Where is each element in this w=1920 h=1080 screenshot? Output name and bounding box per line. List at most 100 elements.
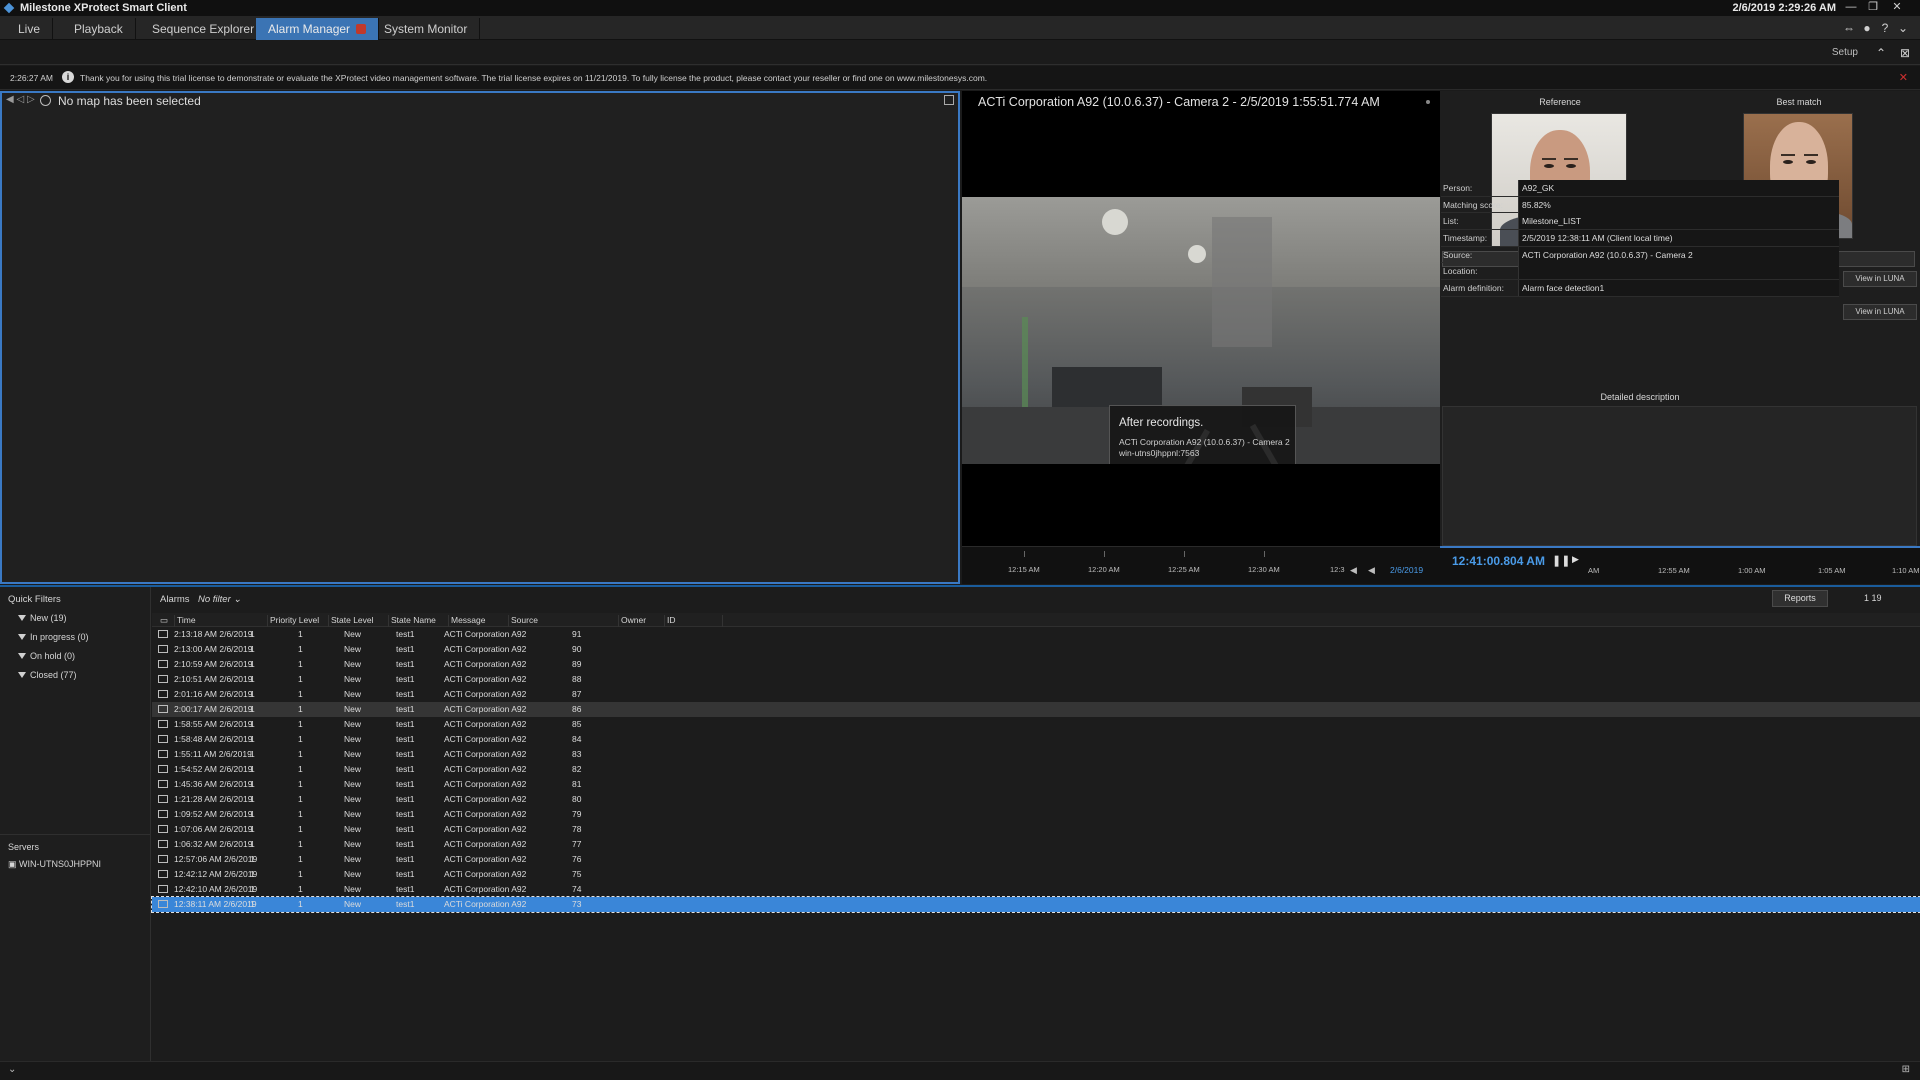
table-row[interactable]: 1:58:48 AM 2/6/2019 1 1 New test1 ACTi Corpor… [152, 732, 1920, 747]
timeline-tick: 12:15 AM [1008, 565, 1040, 574]
table-row[interactable]: 1:45:36 AM 2/6/2019 1 1 New test1 ACTi Corpor… [152, 777, 1920, 792]
server-item[interactable]: ▣ WIN-UTNS0JHPPNI [8, 859, 101, 870]
minimize-button[interactable]: — [1840, 0, 1862, 16]
table-row[interactable]: 1:07:06 AM 2/6/2019 1 1 New test1 ACTi Corpor… [152, 822, 1920, 837]
filter-closed[interactable]: Closed (77) [18, 670, 77, 680]
help-icon[interactable]: ? [1878, 21, 1892, 35]
column-select-icon[interactable]: ▭ [158, 615, 168, 627]
divider [0, 834, 151, 835]
video-pane[interactable]: ACTi Corporation A92 (10.0.6.37) - Camer… [962, 91, 1440, 584]
filter-in-progress[interactable]: In progress (0) [18, 632, 89, 642]
collapse-chevron-icon[interactable]: ⌃ [1874, 46, 1888, 60]
cell-message: test1 [396, 809, 415, 819]
tab-alarm-manager[interactable]: Alarm Manager [256, 18, 380, 40]
table-row[interactable]: 1:54:52 AM 2/6/2019 1 1 New test1 ACTi Corpor… [152, 762, 1920, 777]
cell-id: 86 [572, 704, 582, 714]
column-header[interactable]: State Level [328, 615, 374, 627]
maximize-view-icon[interactable]: ⊠ [1898, 46, 1912, 60]
table-row[interactable]: 1:55:11 AM 2/6/2019 1 1 New test1 ACTi Corpor… [152, 747, 1920, 762]
cell-state-name: New [344, 659, 362, 669]
filter-new[interactable]: New (19) [18, 613, 67, 623]
image-brow [1804, 154, 1818, 156]
table-row[interactable]: 12:42:10 AM 2/6/2019 1 1 New test1 ACTi Corpo… [152, 882, 1920, 897]
detail-key: Location: [1443, 266, 1478, 277]
table-row[interactable]: 12:42:12 AM 2/6/2019 1 1 New test1 ACTi Corpo… [152, 867, 1920, 882]
list-view-in-luna-button[interactable]: View in LUNA [1843, 304, 1917, 320]
cell-source: ACTi Corporation A92 (10.0 [444, 689, 529, 699]
column-header[interactable]: Message [448, 615, 486, 627]
reports-button[interactable]: Reports [1772, 590, 1828, 607]
column-header[interactable]: ID [664, 615, 676, 627]
cell-state-name: New [344, 689, 362, 699]
cell-source: ACTi Corporation A92 (10.0 [444, 659, 529, 669]
filter-on-hold[interactable]: On hold (0) [18, 651, 75, 661]
overlay-title: After recordings. [1119, 417, 1204, 429]
map-pane[interactable]: ◀ ◁ ▷ No map has been selected [0, 91, 960, 584]
cell-source: ACTi Corporation A92 (10.0 [444, 629, 529, 639]
filter-icon [18, 615, 26, 621]
timeline-tick: 12:3 [1330, 565, 1345, 574]
setup-button[interactable]: Setup [1832, 47, 1858, 58]
person-view-in-luna-button[interactable]: View in LUNA [1843, 271, 1917, 287]
camera-status-icon [1426, 100, 1430, 104]
step-forward-icon[interactable]: ▶ [1572, 554, 1579, 565]
column-header[interactable]: Owner [618, 615, 646, 627]
table-row[interactable]: 2:10:59 AM 2/6/2019 1 1 New test1 ACTi Corpor… [152, 657, 1920, 672]
tick-mark [1024, 551, 1025, 557]
detail-value: ACTi Corporation A92 (10.0.6.37) - Camer… [1518, 246, 1839, 263]
column-header[interactable]: Source [508, 615, 538, 627]
tab-system-monitor[interactable]: System Monitor [372, 18, 481, 40]
table-row[interactable]: 12:57:06 AM 2/6/2019 1 1 New test1 ACTi Corpo… [152, 852, 1920, 867]
table-row[interactable]: 2:01:16 AM 2/6/2019 1 1 New test1 ACTi Corpor… [152, 687, 1920, 702]
tab-label: Alarm Manager [268, 22, 351, 36]
fullscreen-arrows-icon[interactable]: ⇔ [1842, 21, 1856, 35]
pane-layout-icon[interactable] [944, 95, 954, 105]
timeline-tick: 12:55 AM [1658, 566, 1690, 575]
cell-source: ACTi Corporation A92 (10.0 [444, 869, 529, 879]
column-header[interactable]: Time [174, 615, 196, 627]
table-row[interactable]: 1:09:52 AM 2/6/2019 1 1 New test1 ACTi Corpor… [152, 807, 1920, 822]
menu-chevron-icon[interactable]: ⌄ [1896, 21, 1910, 35]
expand-chevron-icon[interactable]: ⌄ [8, 1064, 16, 1075]
video-ceiling [962, 197, 1440, 287]
table-row[interactable]: 1:06:32 AM 2/6/2019 1 1 New test1 ACTi Corpor… [152, 837, 1920, 852]
alarm-icon [158, 810, 168, 818]
restore-button[interactable]: ❐ [1862, 0, 1884, 16]
pause-icon[interactable]: ❚❚ [1552, 554, 1570, 567]
timeline-tick: 1:05 AM [1818, 566, 1846, 575]
table-row[interactable]: 2:10:51 AM 2/6/2019 1 1 New test1 ACTi Corpor… [152, 672, 1920, 687]
cell-priority: 1 [250, 734, 255, 744]
status-icon[interactable]: ● [1860, 21, 1874, 35]
video-timeline[interactable]: 12:15 AM 12:20 AM 12:25 AM 12:30 AM 12:3… [962, 546, 1440, 584]
filter-icon [18, 672, 26, 678]
camera-video-frame[interactable]: After recordings. ACTi Corporation A92 (… [962, 197, 1440, 464]
timeline-step-back-icon[interactable]: ◀ [1350, 565, 1357, 576]
map-nav-arrows[interactable]: ◀ ◁ ▷ [6, 94, 35, 105]
tab-alarm-badge-icon[interactable] [356, 24, 367, 34]
table-row[interactable]: 2:00:17 AM 2/6/2019 1 1 New test1 ACTi Corpor… [152, 702, 1920, 717]
tab-sequence-explorer[interactable]: Sequence Explorer [140, 18, 268, 40]
cell-priority: 1 [250, 629, 255, 639]
network-icon[interactable]: ⊞ [1902, 1064, 1910, 1075]
table-row[interactable]: 12:38:11 AM 2/6/2019 1 1 New test1 ACTi Corpo… [151, 896, 1920, 913]
detailed-description-label: Detailed description [1600, 392, 1680, 402]
playback-timeline[interactable]: 12:41:00.804 AM ❚❚ ▶ AM 12:55 AM 1:00 AM… [1440, 546, 1920, 584]
table-body: 2:13:18 AM 2/6/2019 1 1 New test1 ACTi Corpor… [151, 627, 1920, 913]
table-row[interactable]: 2:13:18 AM 2/6/2019 1 1 New test1 ACTi Corpor… [152, 627, 1920, 642]
close-button[interactable]: ✕ [1886, 0, 1908, 16]
cell-id: 84 [572, 734, 582, 744]
table-row[interactable]: 1:58:55 AM 2/6/2019 1 1 New test1 ACTi Corpor… [152, 717, 1920, 732]
table-row[interactable]: 1:21:28 AM 2/6/2019 1 1 New test1 ACTi Corpor… [152, 792, 1920, 807]
alarm-icon [158, 735, 168, 743]
tab-live[interactable]: Live [6, 18, 54, 40]
column-header[interactable]: State Name [388, 615, 436, 627]
detail-key: Alarm definition: [1443, 283, 1504, 294]
alarm-filter-dropdown[interactable]: No filter ⌄ [198, 594, 241, 605]
column-header[interactable]: Priority Level [267, 615, 319, 627]
notice-close-icon[interactable]: ✕ [1899, 71, 1908, 84]
timeline-play-reverse-icon[interactable]: ◀ [1368, 565, 1375, 576]
detailed-description-box[interactable] [1442, 406, 1917, 546]
table-row[interactable]: 2:13:00 AM 2/6/2019 1 1 New test1 ACTi Corpor… [152, 642, 1920, 657]
detail-value: 2/5/2019 12:38:11 AM (Client local time) [1518, 230, 1839, 247]
tab-playback[interactable]: Playback [62, 18, 136, 40]
